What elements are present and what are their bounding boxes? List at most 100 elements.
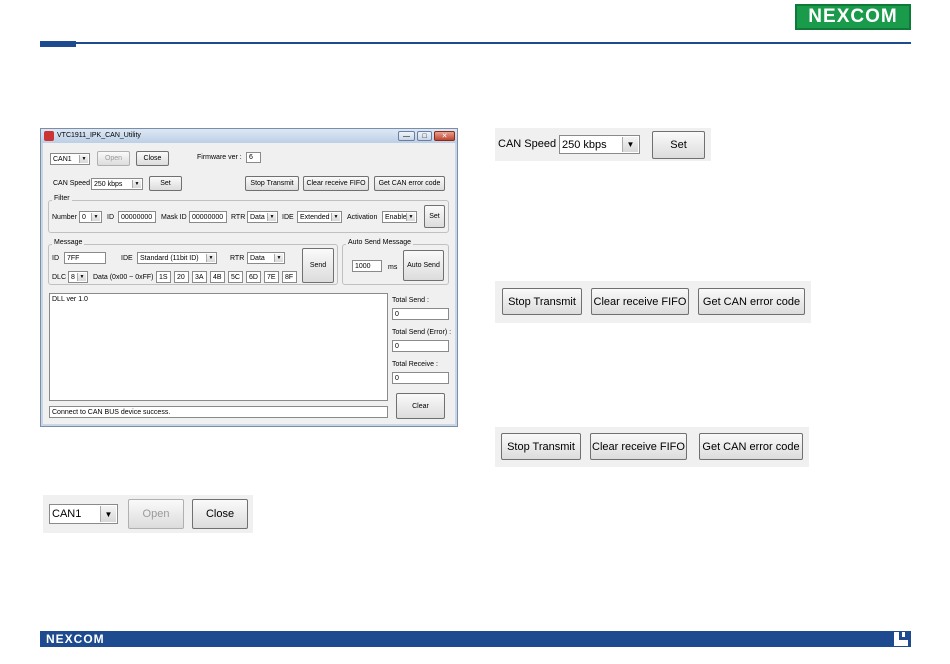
footer-bar (40, 631, 911, 647)
message-dlc-select[interactable]: 8 ▼ (68, 271, 88, 283)
auto-send-group-title: Auto Send Message (346, 239, 414, 246)
filter-rtr-value: Data (250, 213, 265, 221)
filter-activation-value: Enable (385, 213, 407, 221)
data-byte-input[interactable]: 7E (264, 271, 279, 283)
zoom-can-speed-label: CAN Speed (498, 138, 557, 150)
filter-id-input[interactable]: 00000000 (118, 211, 156, 223)
filter-rtr-select[interactable]: Data ▼ (247, 211, 278, 223)
data-byte-input[interactable]: 4B (210, 271, 225, 283)
message-rtr-select[interactable]: Data ▼ (247, 252, 285, 264)
filter-set-button[interactable]: Set (424, 205, 445, 228)
log-output[interactable]: DLL ver 1.0 (49, 293, 388, 401)
message-id-input[interactable]: 7FF (64, 252, 106, 264)
total-send-value: 0 (392, 308, 449, 320)
filter-ide-value: Extended (300, 213, 330, 221)
filter-number-label: Number (52, 214, 77, 221)
can-speed-value: 250 kbps (94, 180, 123, 188)
filter-rtr-label: RTR (231, 214, 246, 221)
chevron-down-icon[interactable]: ▼ (77, 273, 86, 281)
stop-transmit-button[interactable]: Stop Transmit (245, 176, 299, 191)
clear-button[interactable]: Clear (396, 393, 445, 419)
zoom-can-speed-value: 250 kbps (562, 138, 607, 151)
total-receive-label: Total Receive : (392, 361, 438, 368)
zoom-actions-2: Stop Transmit Clear receive FIFO Get CAN… (495, 427, 809, 467)
message-dlc-label: DLC (52, 274, 67, 281)
zoom-clear-fifo-button[interactable]: Clear receive FIFO (590, 433, 687, 460)
filter-ide-label: IDE (282, 214, 294, 221)
open-button[interactable]: Open (97, 151, 130, 166)
window-title: VTC1911_IPK_CAN_Utility (57, 132, 141, 139)
can-speed-select[interactable]: 250 kbps ▼ (91, 178, 143, 190)
zoom-close-button[interactable]: Close (192, 499, 248, 529)
message-rtr-value: Data (250, 254, 265, 262)
total-send-error-label: Total Send (Error) : (392, 329, 452, 336)
chevron-down-icon[interactable]: ▼ (91, 213, 100, 221)
header-divider-accent (40, 41, 76, 47)
auto-send-unit-label: ms (388, 264, 398, 271)
data-byte-input[interactable]: 3A (192, 271, 207, 283)
chevron-down-icon[interactable]: ▼ (100, 506, 116, 522)
data-byte-input[interactable]: 1S (156, 271, 171, 283)
auto-send-button[interactable]: Auto Send (403, 250, 444, 281)
set-speed-button[interactable]: Set (149, 176, 182, 191)
total-receive-value: 0 (392, 372, 449, 384)
port-select[interactable]: CAN1 ▼ (50, 153, 90, 165)
message-ide-select[interactable]: Standard (11bit ID) ▼ (137, 252, 217, 264)
status-bar: Connect to CAN BUS device success. (49, 406, 388, 418)
footer-mark-icon (894, 632, 908, 646)
message-ide-label: IDE (121, 255, 133, 262)
data-byte-input[interactable]: 8F (282, 271, 297, 283)
zoom-open-button[interactable]: Open (128, 499, 184, 529)
port-select-value: CAN1 (53, 155, 72, 163)
chevron-down-icon[interactable]: ▼ (622, 137, 638, 152)
message-data-label: Data (0x00 ~ 0xFF) (93, 274, 154, 281)
chevron-down-icon[interactable]: ▼ (331, 213, 340, 221)
zoom-can-speed: CAN Speed 250 kbps ▼ Set (495, 128, 711, 161)
title-bar[interactable]: VTC1911_IPK_CAN_Utility — □ ✕ (41, 129, 457, 143)
firmware-value: 6 (246, 152, 261, 163)
zoom-get-error-code-button[interactable]: Get CAN error code (698, 288, 805, 315)
send-button[interactable]: Send (302, 248, 334, 283)
filter-ide-select[interactable]: Extended ▼ (297, 211, 342, 223)
chevron-down-icon[interactable]: ▼ (267, 213, 276, 221)
footer-logo: NEXCOM (46, 632, 105, 646)
message-rtr-label: RTR (230, 255, 245, 262)
auto-send-interval-input[interactable]: 1000 (352, 260, 382, 272)
zoom-set-button[interactable]: Set (652, 131, 705, 159)
filter-activation-select[interactable]: Enable ▼ (382, 211, 417, 223)
data-byte-input[interactable]: 20 (174, 271, 189, 283)
app-icon (44, 131, 54, 141)
filter-number-select[interactable]: 0 ▼ (79, 211, 102, 223)
filter-mask-input[interactable]: 00000000 (189, 211, 227, 223)
zoom-get-error-code-button[interactable]: Get CAN error code (699, 433, 803, 460)
firmware-label: Firmware ver : (197, 154, 242, 161)
data-byte-input[interactable]: 6D (246, 271, 261, 283)
chevron-down-icon[interactable]: ▼ (206, 254, 215, 262)
filter-mask-label: Mask ID (161, 214, 187, 221)
filter-group-title: Filter (52, 195, 72, 202)
chevron-down-icon[interactable]: ▼ (274, 254, 283, 262)
zoom-port: CAN1 ▼ Open Close (43, 495, 253, 533)
message-dlc-value: 8 (71, 273, 75, 281)
nexcom-logo: NEXCOM (795, 4, 911, 30)
message-group-title: Message (52, 239, 85, 246)
data-byte-input[interactable]: 5C (228, 271, 243, 283)
zoom-stop-transmit-button[interactable]: Stop Transmit (501, 433, 581, 460)
minimize-button[interactable]: — (398, 131, 415, 141)
clear-fifo-button[interactable]: Clear receive FIFO (303, 176, 369, 191)
chevron-down-icon[interactable]: ▼ (132, 180, 141, 188)
chevron-down-icon[interactable]: ▼ (406, 213, 415, 221)
close-port-button[interactable]: Close (136, 151, 169, 166)
zoom-can-speed-select[interactable]: 250 kbps ▼ (559, 135, 640, 154)
zoom-stop-transmit-button[interactable]: Stop Transmit (502, 288, 582, 315)
close-window-button[interactable]: ✕ (434, 131, 455, 141)
get-error-code-button[interactable]: Get CAN error code (374, 176, 445, 191)
maximize-button[interactable]: □ (417, 131, 432, 141)
can-speed-label: CAN Speed (53, 180, 90, 187)
message-id-label: ID (52, 255, 59, 262)
zoom-port-select[interactable]: CAN1 ▼ (49, 504, 118, 524)
total-send-label: Total Send : (392, 297, 429, 304)
chevron-down-icon[interactable]: ▼ (79, 155, 88, 163)
filter-number-value: 0 (82, 213, 86, 221)
zoom-clear-fifo-button[interactable]: Clear receive FIFO (591, 288, 689, 315)
